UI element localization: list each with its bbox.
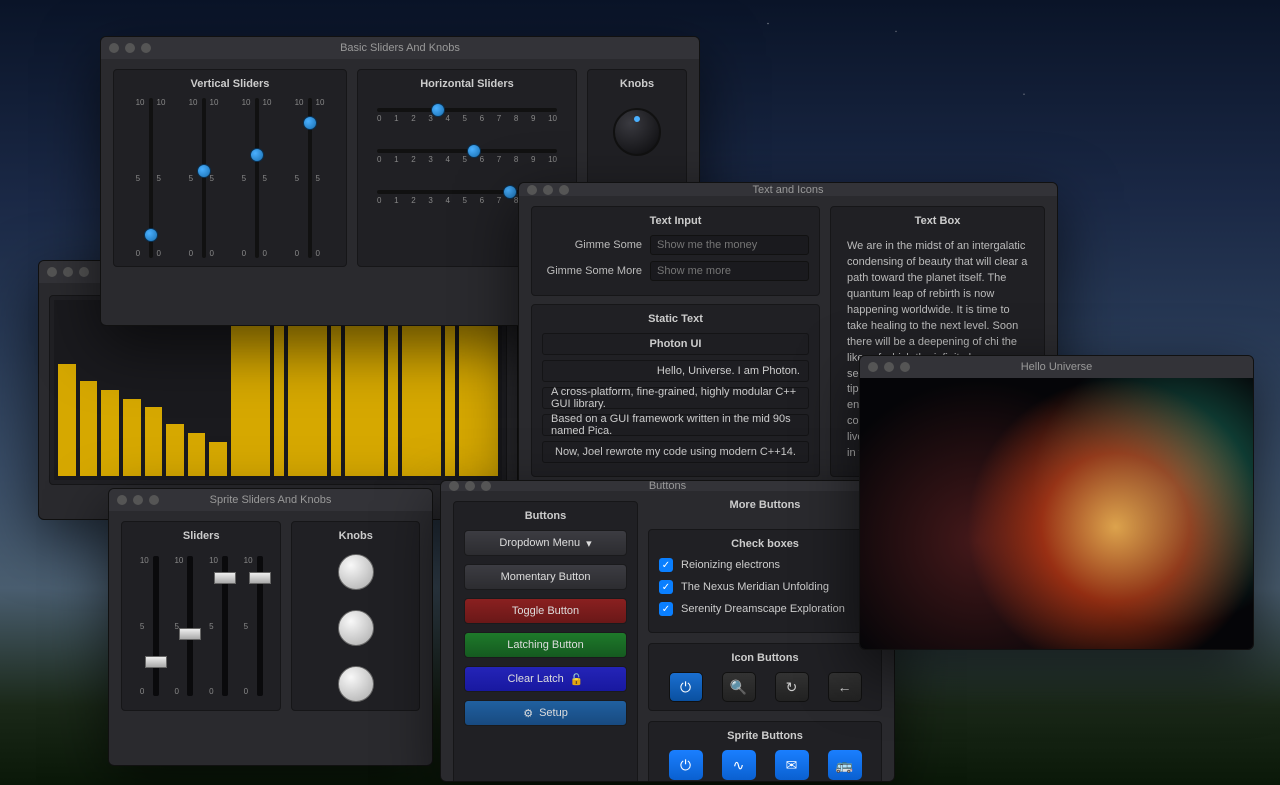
minimize-icon[interactable] — [63, 267, 73, 277]
white-knob-1[interactable] — [338, 554, 374, 590]
vslider-2[interactable]: 1050 1050 — [189, 98, 219, 258]
unlock-icon: 🔓 — [570, 673, 584, 686]
window-title: Buttons — [441, 480, 894, 492]
minimize-icon[interactable] — [133, 495, 143, 505]
traffic-lights[interactable] — [527, 185, 569, 195]
static-heading: Photon UI — [542, 333, 809, 355]
gear-icon: ⚙ — [523, 707, 533, 720]
sprite-sliders-window[interactable]: Sprite Sliders And Knobs Sliders 1050 10… — [108, 488, 433, 766]
close-icon[interactable] — [527, 185, 537, 195]
buttons-titlebar[interactable]: Buttons — [441, 481, 894, 491]
static-line: Hello, Universe. I am Photon. — [542, 360, 809, 382]
checkboxes-title: Check boxes — [659, 538, 871, 550]
static-line: Based on a GUI framework written in the … — [542, 414, 809, 436]
input-label: Gimme Some — [542, 239, 642, 251]
minimize-icon[interactable] — [125, 43, 135, 53]
sprite-buttons-title: Sprite Buttons — [659, 730, 871, 742]
chevron-down-icon: ▾ — [586, 537, 592, 550]
traffic-lights[interactable] — [868, 362, 910, 372]
aligns-bars — [54, 300, 502, 480]
sprite-titlebar[interactable]: Sprite Sliders And Knobs — [109, 489, 432, 511]
dropdown-button[interactable]: Dropdown Menu ▾ — [464, 530, 627, 556]
white-knob-3[interactable] — [338, 666, 374, 702]
hslider-1[interactable]: 012345678910 — [377, 108, 557, 123]
text-titlebar[interactable]: Text and Icons — [519, 183, 1057, 196]
power-icon-button[interactable]: ⏻ — [669, 672, 703, 702]
checkbox-2[interactable]: ✓ The Nexus Meridian Unfolding — [659, 580, 871, 594]
check-icon: ✓ — [659, 602, 673, 616]
icon-buttons-title: Icon Buttons — [659, 652, 871, 664]
zoom-icon[interactable] — [481, 481, 491, 491]
horizontal-sliders-title: Horizontal Sliders — [368, 78, 566, 90]
vslider-4[interactable]: 1050 1050 — [295, 98, 325, 258]
checkbox-1[interactable]: ✓ Reionizing electrons — [659, 558, 871, 572]
vslider-3[interactable]: 1050 1050 — [242, 98, 272, 258]
input-row-1: Gimme Some — [542, 235, 809, 255]
close-icon[interactable] — [117, 495, 127, 505]
check-icon: ✓ — [659, 580, 673, 594]
window-title: Text and Icons — [519, 184, 1057, 196]
momentary-button[interactable]: Momentary Button — [464, 564, 627, 590]
sprite-sliders-title: Sliders — [132, 530, 270, 542]
zoom-icon[interactable] — [141, 43, 151, 53]
nebula-image — [860, 378, 1253, 649]
text-input-title: Text Input — [542, 215, 809, 227]
more-buttons-title: More Buttons — [648, 499, 882, 511]
text-input-2[interactable] — [650, 261, 809, 281]
input-row-2: Gimme Some More — [542, 261, 809, 281]
text-input-1[interactable] — [650, 235, 809, 255]
search-icon-button[interactable]: 🔍 — [722, 672, 756, 702]
close-icon[interactable] — [449, 481, 459, 491]
sprite-vslider-2[interactable]: 1050 — [174, 556, 193, 696]
traffic-lights[interactable] — [109, 43, 151, 53]
basic-titlebar[interactable]: Basic Sliders And Knobs — [101, 37, 699, 59]
minimize-icon[interactable] — [884, 362, 894, 372]
refresh-icon-button[interactable]: ↻ — [775, 672, 809, 702]
sprite-transport-button[interactable]: 🚌 — [828, 750, 862, 780]
zoom-icon[interactable] — [559, 185, 569, 195]
sprite-mail-button[interactable]: ✉ — [775, 750, 809, 780]
knob-1[interactable] — [613, 108, 661, 156]
hello-titlebar[interactable]: Hello Universe — [860, 356, 1253, 378]
close-icon[interactable] — [109, 43, 119, 53]
sprite-wave-button[interactable]: ∿ — [722, 750, 756, 780]
setup-button[interactable]: ⚙ Setup — [464, 700, 627, 726]
buttons-window[interactable]: Buttons Buttons Dropdown Menu ▾ Momentar… — [440, 480, 895, 782]
window-title: Basic Sliders And Knobs — [101, 42, 699, 54]
sprite-power-button[interactable]: ⏻ — [669, 750, 703, 780]
knobs-title: Knobs — [620, 78, 654, 90]
traffic-lights[interactable] — [449, 481, 491, 491]
input-label: Gimme Some More — [542, 265, 642, 277]
window-title: Hello Universe — [860, 361, 1253, 373]
checkbox-3[interactable]: ✓ Serenity Dreamscape Exploration — [659, 602, 871, 616]
latching-button[interactable]: Latching Button — [464, 632, 627, 658]
sprite-vslider-1[interactable]: 1050 — [140, 556, 159, 696]
toggle-button[interactable]: Toggle Button — [464, 598, 627, 624]
close-icon[interactable] — [47, 267, 57, 277]
hslider-2[interactable]: 012345678910 — [377, 149, 557, 164]
white-knob-2[interactable] — [338, 610, 374, 646]
zoom-icon[interactable] — [149, 495, 159, 505]
hello-universe-window[interactable]: Hello Universe — [859, 355, 1254, 650]
close-icon[interactable] — [868, 362, 878, 372]
static-line: A cross-platform, fine-grained, highly m… — [542, 387, 809, 409]
vslider-1[interactable]: 1050 1050 — [136, 98, 166, 258]
zoom-icon[interactable] — [79, 267, 89, 277]
vertical-sliders-title: Vertical Sliders — [124, 78, 336, 90]
check-icon: ✓ — [659, 558, 673, 572]
buttons-panel-title: Buttons — [464, 510, 627, 522]
static-line: Now, Joel rewrote my code using modern C… — [542, 441, 809, 463]
textbox-title: Text Box — [841, 215, 1034, 227]
minimize-icon[interactable] — [465, 481, 475, 491]
sprite-vslider-4[interactable]: 1050 — [244, 556, 263, 696]
sprite-knobs-title: Knobs — [302, 530, 409, 542]
traffic-lights[interactable] — [117, 495, 159, 505]
clear-latch-button[interactable]: Clear Latch 🔓 — [464, 666, 627, 692]
minimize-icon[interactable] — [543, 185, 553, 195]
traffic-lights[interactable] — [47, 267, 89, 277]
sprite-vslider-3[interactable]: 1050 — [209, 556, 228, 696]
zoom-icon[interactable] — [900, 362, 910, 372]
static-text-title: Static Text — [542, 313, 809, 325]
back-icon-button[interactable]: ← — [828, 672, 862, 702]
